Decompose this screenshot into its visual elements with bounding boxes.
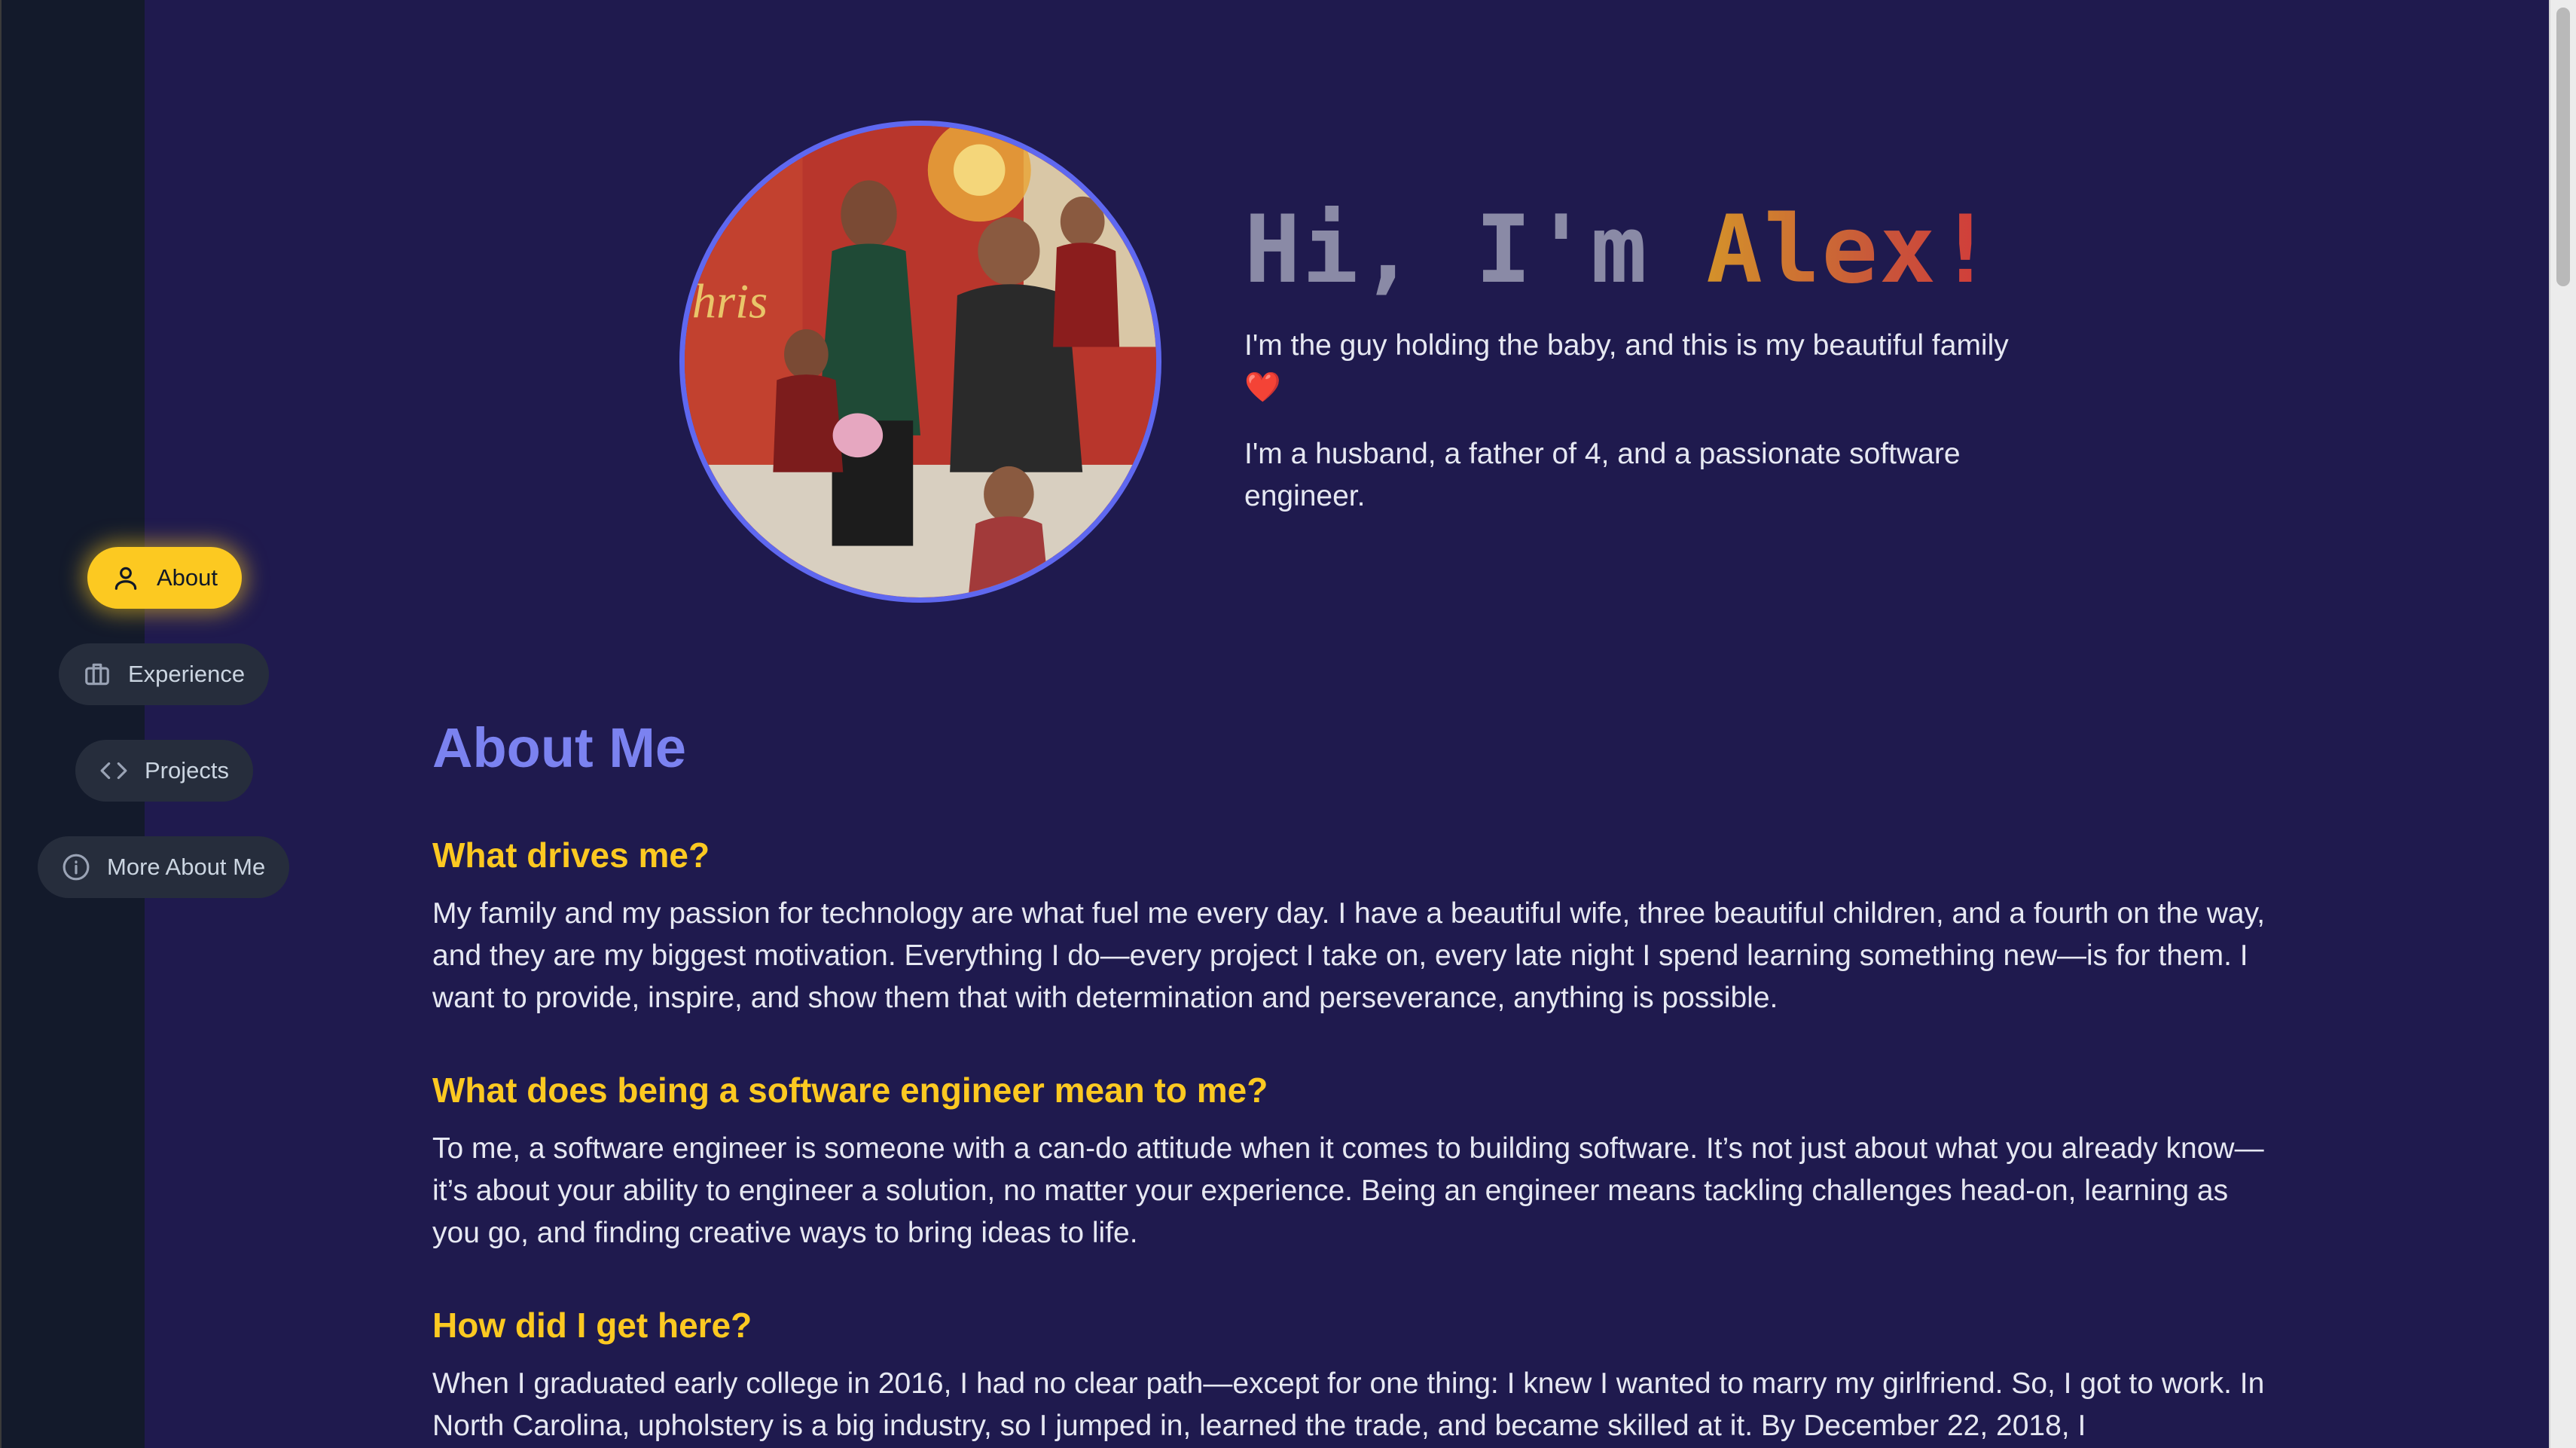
nav-item-more-about-me[interactable]: More About Me: [38, 836, 290, 898]
nav-item-label: Experience: [128, 661, 246, 687]
nav-item-label: More About Me: [107, 854, 266, 880]
about-section: About Me What drives me? My family and m…: [432, 716, 2270, 1448]
code-icon: [99, 756, 128, 785]
section-body: My family and my passion for technology …: [432, 897, 2266, 1014]
scrollbar[interactable]: [2549, 0, 2576, 1448]
section-heading: What drives me?: [432, 836, 710, 875]
user-icon: [111, 564, 140, 592]
sidebar: [0, 0, 145, 1448]
hero-intro: I'm the guy holding the baby, and this i…: [1244, 329, 2009, 404]
about-title: About Me: [432, 716, 687, 779]
nav-item-label: About: [157, 564, 218, 591]
briefcase-icon: [83, 660, 111, 689]
hero-name: Alex!: [1706, 196, 1995, 304]
nav-item-experience[interactable]: Experience: [59, 643, 270, 705]
nav-item-about[interactable]: About: [87, 547, 243, 609]
section-body: To me, a software engineer is someone wi…: [432, 1132, 2264, 1249]
scrollbar-thumb[interactable]: [2556, 8, 2570, 286]
info-icon: [62, 853, 90, 881]
nav-item-label: Projects: [145, 757, 229, 784]
hero-bio: I'm a husband, a father of 4, and a pass…: [1244, 438, 1961, 512]
hero-greeting: Hi, I'm: [1244, 196, 1707, 304]
family-photo: hris: [679, 121, 1161, 603]
section-heading: How did I get here?: [432, 1306, 752, 1345]
section-heading: What does being a software engineer mean…: [432, 1071, 1268, 1110]
hero-title: Hi, I'm Alex!: [1244, 203, 1995, 297]
svg-text:hris: hris: [692, 273, 768, 328]
section-body: When I graduated early college in 2016, …: [432, 1367, 2265, 1442]
nav-item-projects[interactable]: Projects: [75, 740, 253, 802]
